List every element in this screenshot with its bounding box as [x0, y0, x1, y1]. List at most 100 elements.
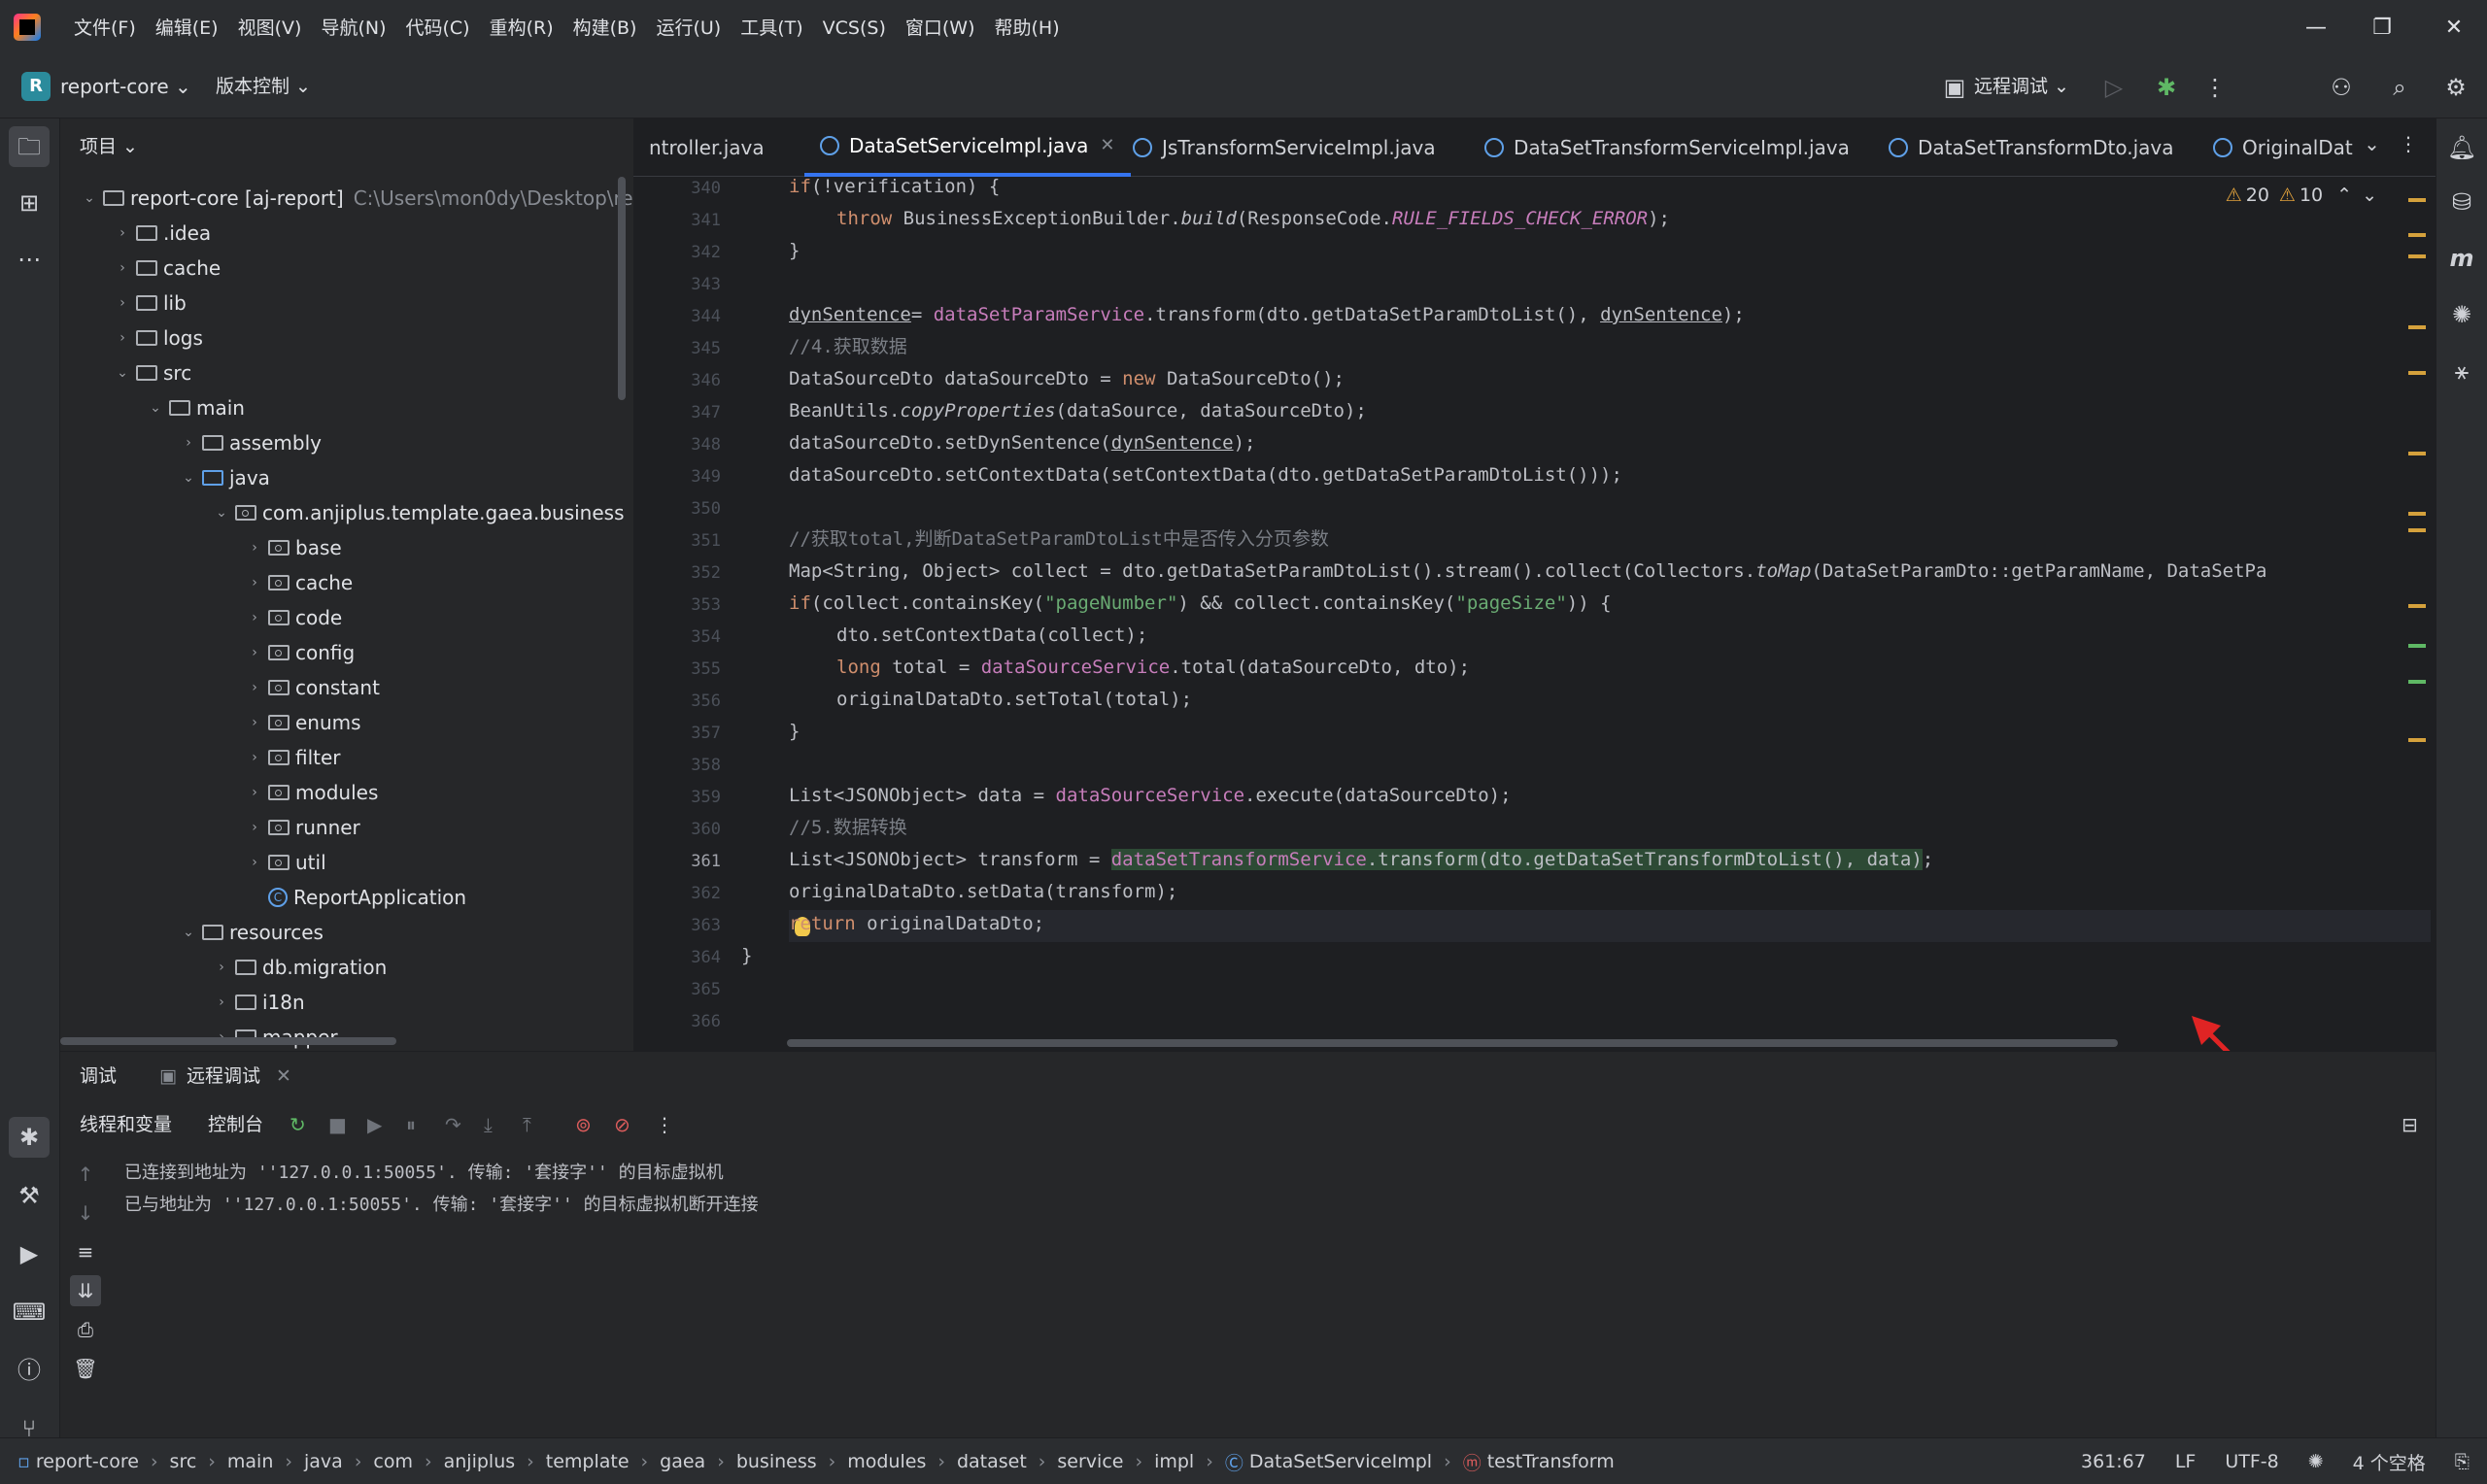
line-number[interactable]: 346	[663, 371, 721, 390]
menu-item[interactable]: 代码(C)	[395, 0, 479, 56]
code-line[interactable]: }	[789, 235, 800, 267]
chevron-right-icon[interactable]: ›	[245, 530, 264, 565]
breadcrumb-item[interactable]: java	[304, 1438, 343, 1484]
tree-item[interactable]: C ReportApplication	[60, 880, 466, 915]
editor-horizontal-scrollbar[interactable]	[787, 1039, 2118, 1047]
line-number[interactable]: 362	[663, 884, 721, 903]
chevron-right-icon[interactable]: ›	[212, 985, 231, 1020]
code-line[interactable]: Map<String, Object> collect = dto.getDat…	[789, 556, 2266, 588]
soft-wrap-icon[interactable]: ≡	[70, 1236, 101, 1267]
line-number[interactable]: 350	[663, 499, 721, 519]
breadcrumb-item[interactable]: service	[1057, 1438, 1123, 1484]
debug-tool-icon[interactable]: ✱	[9, 1117, 50, 1158]
tree-item[interactable]: ⌄ com.anjiplus.template.gaea.business	[60, 495, 624, 530]
view-breakpoints-icon[interactable]: ⊚	[575, 1100, 592, 1149]
tree-item[interactable]: › code	[60, 600, 342, 635]
error-stripe[interactable]	[2408, 177, 2426, 1051]
chevron-down-icon[interactable]: ⌄	[179, 460, 198, 495]
chevron-right-icon[interactable]: ›	[113, 216, 132, 251]
tree-item[interactable]: › i18n	[60, 985, 305, 1020]
tree-item[interactable]: ⌄ java	[60, 460, 270, 495]
tree-item[interactable]: › cache	[60, 565, 353, 600]
stripe-marker[interactable]	[2408, 512, 2426, 516]
code-line[interactable]: dataSourceDto.setContextData(setContextD…	[789, 459, 1622, 491]
editor-tab[interactable]: OriginalDat	[2197, 118, 2368, 177]
nav-up-icon[interactable]: ⌃	[2336, 185, 2352, 206]
line-number[interactable]: 340	[663, 179, 721, 198]
menu-item[interactable]: 构建(B)	[563, 0, 647, 56]
services-icon[interactable]: ▶	[9, 1233, 50, 1274]
menu-item[interactable]: VCS(S)	[813, 0, 896, 56]
stripe-marker[interactable]	[2408, 604, 2426, 608]
chevron-down-icon[interactable]: ⌄	[80, 181, 99, 216]
code-line[interactable]: originalDataDto.setData(transform);	[789, 876, 1177, 908]
chevron-down-icon[interactable]: ⌄	[179, 915, 198, 950]
file-encoding[interactable]: UTF-8	[2225, 1451, 2278, 1472]
menu-item[interactable]: 编辑(E)	[146, 0, 228, 56]
chevron-right-icon[interactable]: ›	[245, 600, 264, 635]
restore-icon[interactable]: ❐	[2349, 0, 2415, 56]
minimize-icon[interactable]: —	[2283, 0, 2349, 56]
project-badge[interactable]: R	[21, 72, 51, 101]
step-out-icon[interactable]: ⤒	[523, 1100, 531, 1149]
hierarchy-icon[interactable]: ⚹	[2442, 352, 2481, 390]
menu-item[interactable]: 工具(T)	[731, 0, 812, 56]
stop-icon[interactable]: ■	[328, 1100, 347, 1149]
scroll-up-icon[interactable]: ↑	[70, 1159, 101, 1190]
ai-assistant-icon[interactable]: ✺	[2442, 295, 2481, 334]
tree-item[interactable]: ⌄ report-core [aj-report] C:\Users\mon0dy\…	[60, 181, 633, 216]
line-number[interactable]: 341	[663, 211, 721, 230]
close-tab-icon[interactable]: ✕	[1100, 118, 1114, 175]
code-line[interactable]: BeanUtils.copyProperties(dataSource, dat…	[789, 395, 1367, 427]
tab-console[interactable]: 控制台	[208, 1100, 263, 1149]
line-number[interactable]: 348	[663, 435, 721, 455]
chevron-right-icon[interactable]: ›	[245, 775, 264, 810]
editor-tab[interactable]: DataSetTransformServiceImpl.java	[1469, 118, 1865, 177]
breadcrumb-item[interactable]: dataset	[957, 1438, 1027, 1484]
menu-item[interactable]: 导航(N)	[311, 0, 395, 56]
line-number[interactable]: 345	[663, 339, 721, 358]
code-line[interactable]: DataSourceDto dataSourceDto = new DataSo…	[789, 363, 1345, 395]
code-area[interactable]: if(!verification) {throw BusinessExcepti…	[741, 176, 2431, 1051]
line-number[interactable]: 363	[663, 916, 721, 935]
ai-status-icon[interactable]: ✺	[2308, 1451, 2324, 1472]
editor-tab[interactable]: ntroller.java	[633, 118, 780, 177]
run-config-selector[interactable]: 远程调试 ⌄	[1974, 72, 2069, 101]
app-logo-icon[interactable]	[14, 14, 41, 41]
nav-down-icon[interactable]: ⌄	[2362, 185, 2377, 206]
code-line[interactable]: List<JSONObject> data = dataSourceServic…	[789, 780, 1512, 812]
caret-position[interactable]: 361:67	[2081, 1451, 2146, 1472]
tree-item[interactable]: ⌄ resources	[60, 915, 324, 950]
debug-bug-icon[interactable]: ✱	[2151, 72, 2182, 103]
editor-tab[interactable]: DataSetServiceImpl.java ✕	[804, 118, 1131, 177]
tree-item[interactable]: › lib	[60, 286, 187, 320]
breadcrumb-item[interactable]: com	[373, 1438, 413, 1484]
breadcrumb-item[interactable]: business	[736, 1438, 817, 1484]
code-line[interactable]: throw BusinessExceptionBuilder.build(Res…	[836, 203, 1670, 235]
run-icon[interactable]: ▷	[2098, 72, 2129, 103]
tree-item[interactable]: › base	[60, 530, 342, 565]
line-number[interactable]: 359	[663, 788, 721, 807]
chevron-down-icon[interactable]: ⌄	[212, 495, 231, 530]
mute-breakpoints-icon[interactable]: ⊘	[614, 1100, 630, 1149]
chevron-right-icon[interactable]: ›	[245, 670, 264, 705]
menu-item[interactable]: 窗口(W)	[896, 0, 985, 56]
settings-gear-icon[interactable]: ⚙	[2440, 72, 2471, 103]
line-number[interactable]: 352	[663, 563, 721, 583]
tree-item[interactable]: › db.migration	[60, 950, 387, 985]
breadcrumb-item[interactable]: main	[227, 1438, 273, 1484]
line-number[interactable]: 358	[663, 756, 721, 775]
menu-item[interactable]: 视图(V)	[228, 0, 312, 56]
line-number[interactable]: 366	[663, 1012, 721, 1031]
breadcrumb-item[interactable]: ▫ report-core	[17, 1438, 139, 1484]
chevron-right-icon[interactable]: ›	[245, 810, 264, 845]
tree-item[interactable]: ⌄ main	[60, 390, 245, 425]
line-number[interactable]: 347	[663, 403, 721, 422]
print-icon[interactable]: ⎙	[70, 1314, 101, 1345]
tree-vertical-scrollbar[interactable]	[618, 177, 626, 400]
tree-item[interactable]: › filter	[60, 740, 340, 775]
chevron-right-icon[interactable]: ›	[245, 635, 264, 670]
scroll-to-end-icon[interactable]: ⇊	[70, 1275, 101, 1306]
close-window-icon[interactable]: ✕	[2421, 0, 2487, 56]
step-into-icon[interactable]: ⤓	[484, 1100, 493, 1149]
